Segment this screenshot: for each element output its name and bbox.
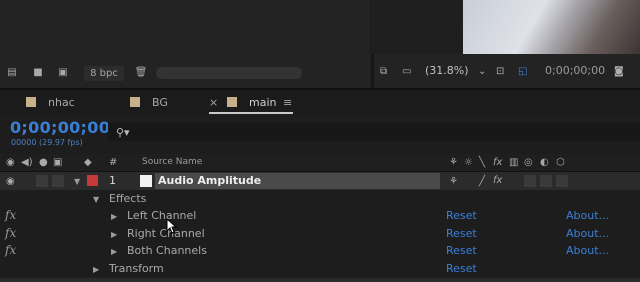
- quality-icon[interactable]: ╲: [479, 157, 485, 168]
- composition-icon: [26, 97, 36, 107]
- layer-label-color[interactable]: [87, 175, 98, 186]
- chevron-down-icon[interactable]: ⌄: [478, 64, 486, 78]
- tab-menu-icon[interactable]: ≡: [283, 95, 292, 109]
- new-composition-icon[interactable]: ▣: [55, 66, 71, 78]
- effect-reset-link[interactable]: Reset: [446, 244, 477, 257]
- collapse-icon[interactable]: ☼: [464, 157, 473, 168]
- region-of-interest-icon[interactable]: ◱: [518, 64, 527, 78]
- lock-icon[interactable]: ▣: [53, 157, 62, 168]
- mouse-cursor-icon: [166, 218, 178, 234]
- effect-name[interactable]: Left Channel: [127, 209, 196, 222]
- effects-fx-icon[interactable]: fx: [493, 157, 502, 168]
- always-preview-icon[interactable]: ⧉: [380, 64, 387, 78]
- layer-name[interactable]: Audio Amplitude: [158, 174, 261, 187]
- effect-about-link[interactable]: About...: [566, 227, 609, 240]
- motion-blur-switch[interactable]: [524, 175, 536, 187]
- composition-icon: [130, 97, 140, 107]
- current-time-display[interactable]: 0;00;00;00: [10, 118, 110, 137]
- effects-expand-triangle-icon[interactable]: ▼: [93, 195, 99, 204]
- effect-about-link[interactable]: About...: [566, 244, 609, 257]
- tab-label: main: [249, 95, 277, 109]
- tab-label: BG: [152, 95, 168, 109]
- source-name-header[interactable]: Source Name: [142, 157, 202, 167]
- layer-expand-triangle-icon[interactable]: ▼: [74, 177, 80, 186]
- effect-expand-triangle-icon[interactable]: ▶: [111, 230, 117, 239]
- viewer-pasteboard: [372, 0, 463, 54]
- viewer-timecode[interactable]: 0;00;00;00: [545, 64, 605, 77]
- transform-group-label[interactable]: Transform: [109, 262, 164, 275]
- next-row-edge: [0, 278, 640, 282]
- audio-switch[interactable]: [36, 175, 48, 187]
- tab-bg[interactable]: BG: [130, 95, 168, 109]
- audio-speaker-icon[interactable]: ◀): [21, 157, 33, 168]
- resolution-icon[interactable]: ⊡: [496, 64, 504, 78]
- 3d-layer-icon[interactable]: ⬡: [556, 157, 565, 168]
- snapshot-camera-icon[interactable]: ◙: [614, 64, 624, 78]
- active-tab-indicator: [209, 112, 293, 114]
- zoom-dropdown[interactable]: (31.8%): [425, 64, 469, 77]
- layer-fx-switch-icon[interactable]: fx: [493, 175, 502, 186]
- layer-quality-switch-icon[interactable]: ╱: [479, 176, 485, 187]
- tab-label: nhac: [48, 95, 75, 109]
- label-tag-icon[interactable]: ◆: [84, 157, 92, 168]
- layer-visibility-eye-icon[interactable]: ◉: [6, 176, 15, 187]
- effect-fx-icon[interactable]: fx: [5, 208, 16, 222]
- viewer-frame: [463, 0, 640, 54]
- layer-shy-switch-icon[interactable]: ⚘: [449, 176, 458, 187]
- trash-icon[interactable]: 🗑: [133, 66, 149, 78]
- effect-fx-icon[interactable]: fx: [5, 243, 16, 257]
- effect-expand-triangle-icon[interactable]: ▶: [111, 247, 117, 256]
- effect-about-link[interactable]: About...: [566, 209, 609, 222]
- solo-dot-icon[interactable]: ●: [39, 157, 48, 168]
- solid-layer-icon: [140, 175, 152, 187]
- effect-reset-link[interactable]: Reset: [446, 227, 477, 240]
- frame-rate-label: 00000 (29.97 fps): [11, 138, 83, 147]
- layer-number: 1: [109, 174, 116, 187]
- transform-expand-triangle-icon[interactable]: ▶: [93, 265, 99, 274]
- interpret-footage-icon[interactable]: ▤: [4, 66, 20, 78]
- search-icon[interactable]: ⚲▾: [116, 126, 130, 139]
- project-scrollbar[interactable]: [156, 67, 302, 79]
- tab-nhac[interactable]: nhac: [26, 95, 75, 109]
- effect-fx-icon[interactable]: fx: [5, 226, 16, 240]
- monitor-icon[interactable]: ▭: [402, 64, 411, 78]
- effect-name[interactable]: Both Channels: [127, 244, 207, 257]
- bit-depth-button[interactable]: 8 bpc: [84, 66, 124, 81]
- new-folder-icon[interactable]: ■: [30, 66, 46, 78]
- transform-reset-link[interactable]: Reset: [446, 262, 477, 275]
- video-eye-icon[interactable]: ◉: [6, 157, 15, 168]
- tab-close-button[interactable]: ×: [209, 95, 218, 109]
- search-input[interactable]: [108, 123, 640, 141]
- adjustment-layer-icon[interactable]: ◐: [540, 157, 549, 168]
- composition-tab-bar: [0, 88, 640, 114]
- motion-blur-icon[interactable]: ◎: [524, 157, 533, 168]
- lock-switch[interactable]: [52, 175, 64, 187]
- effect-expand-triangle-icon[interactable]: ▶: [111, 212, 117, 221]
- effects-group-label[interactable]: Effects: [109, 192, 146, 205]
- effect-reset-link[interactable]: Reset: [446, 209, 477, 222]
- shy-icon[interactable]: ⚘: [449, 157, 458, 168]
- 3d-switch[interactable]: [556, 175, 568, 187]
- composition-icon: [227, 97, 237, 107]
- layer-number-header: #: [109, 157, 118, 168]
- frame-blend-icon[interactable]: ▥: [509, 157, 518, 168]
- tab-main[interactable]: main: [227, 95, 276, 109]
- adjustment-switch[interactable]: [540, 175, 552, 187]
